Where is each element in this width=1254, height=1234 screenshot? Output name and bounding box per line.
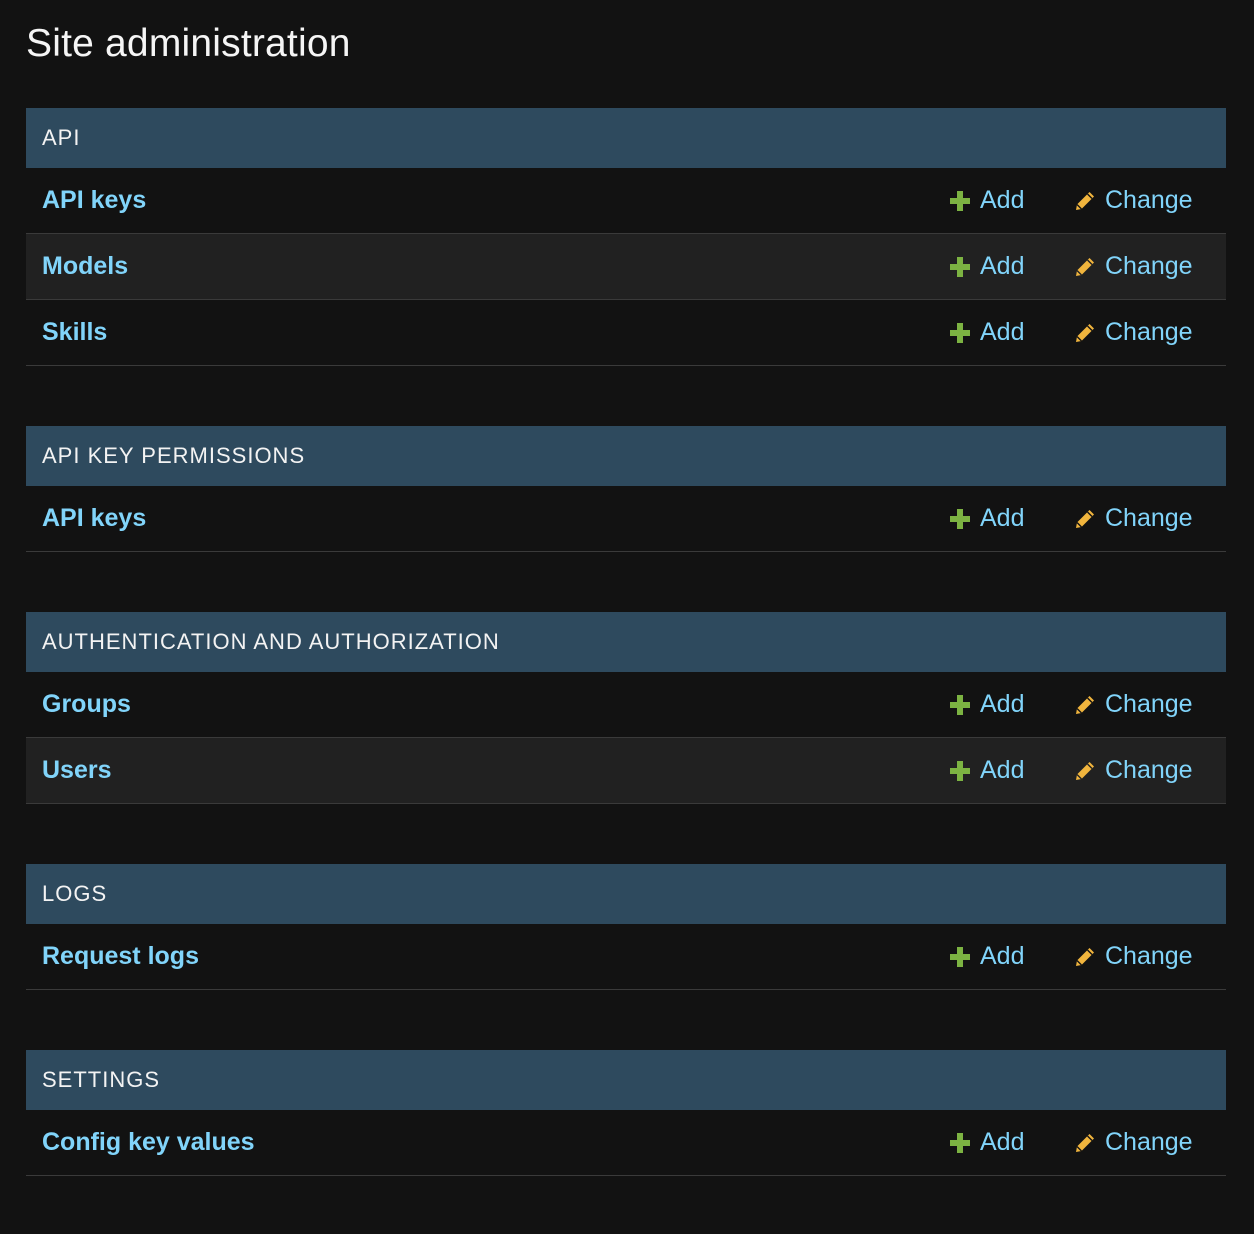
add-button[interactable]: Add — [949, 690, 1024, 719]
change-label: Change — [1105, 690, 1193, 718]
plus-icon — [950, 760, 970, 781]
model-link-groups[interactable]: Groups — [42, 690, 131, 719]
model-row-api-keys: API keys Add Change — [26, 168, 1226, 234]
change-button[interactable]: Change — [1074, 756, 1193, 785]
model-link-users[interactable]: Users — [42, 756, 112, 785]
model-link-config-key-values[interactable]: Config key values — [42, 1128, 255, 1157]
pencil-icon — [1076, 257, 1094, 276]
model-link-skills[interactable]: Skills — [42, 318, 107, 347]
page-title: Site administration — [26, 22, 351, 65]
model-row-skills: Skills Add Change — [26, 300, 1226, 366]
add-button[interactable]: Add — [949, 252, 1024, 281]
add-button[interactable]: Add — [949, 318, 1024, 347]
model-link-api-keys[interactable]: API keys — [42, 186, 146, 215]
model-row-config-key-values: Config key values Add Change — [26, 1110, 1226, 1176]
pencil-icon — [1076, 761, 1094, 780]
model-row-models: Models Add Change — [26, 234, 1226, 300]
add-label: Add — [980, 504, 1025, 532]
add-label: Add — [980, 756, 1025, 784]
plus-icon — [950, 322, 970, 343]
model-row-groups: Groups Add Change — [26, 672, 1226, 738]
model-row-users: Users Add Change — [26, 738, 1226, 804]
pencil-icon — [1076, 947, 1094, 966]
module-caption[interactable]: SETTINGS — [26, 1050, 1226, 1110]
module-authentication-and-authorization: AUTHENTICATION AND AUTHORIZATION Groups … — [26, 612, 1226, 804]
change-label: Change — [1105, 504, 1193, 532]
change-button[interactable]: Change — [1074, 1128, 1193, 1157]
add-button[interactable]: Add — [949, 1128, 1024, 1157]
plus-icon — [950, 694, 970, 715]
change-button[interactable]: Change — [1074, 942, 1193, 971]
plus-icon — [950, 508, 970, 529]
add-label: Add — [980, 252, 1025, 280]
pencil-icon — [1076, 191, 1094, 210]
change-label: Change — [1105, 1128, 1193, 1156]
model-link-models[interactable]: Models — [42, 252, 128, 281]
module-caption[interactable]: AUTHENTICATION AND AUTHORIZATION — [26, 612, 1226, 672]
pencil-icon — [1076, 509, 1094, 528]
change-label: Change — [1105, 318, 1193, 346]
module-caption[interactable]: API KEY PERMISSIONS — [26, 426, 1226, 486]
plus-icon — [950, 1132, 970, 1153]
add-button[interactable]: Add — [949, 756, 1024, 785]
change-button[interactable]: Change — [1074, 690, 1193, 719]
change-button[interactable]: Change — [1074, 252, 1193, 281]
plus-icon — [950, 256, 970, 277]
model-row-api-keys: API keys Add Change — [26, 486, 1226, 552]
module-api-key-permissions: API KEY PERMISSIONS API keys Add Change — [26, 426, 1226, 552]
model-link-request-logs[interactable]: Request logs — [42, 942, 199, 971]
change-label: Change — [1105, 186, 1193, 214]
plus-icon — [950, 946, 970, 967]
module-caption[interactable]: API — [26, 108, 1226, 168]
pencil-icon — [1076, 1133, 1094, 1152]
change-label: Change — [1105, 252, 1193, 280]
plus-icon — [950, 190, 970, 211]
change-button[interactable]: Change — [1074, 504, 1193, 533]
add-label: Add — [980, 186, 1025, 214]
module-caption[interactable]: LOGS — [26, 864, 1226, 924]
add-button[interactable]: Add — [949, 186, 1024, 215]
pencil-icon — [1076, 323, 1094, 342]
add-button[interactable]: Add — [949, 942, 1024, 971]
add-label: Add — [980, 318, 1025, 346]
module-logs: LOGS Request logs Add Change — [26, 864, 1226, 990]
module-api: API API keys Add Change Models Add Chang… — [26, 108, 1226, 366]
change-label: Change — [1105, 756, 1193, 784]
change-button[interactable]: Change — [1074, 318, 1193, 347]
add-label: Add — [980, 1128, 1025, 1156]
model-row-request-logs: Request logs Add Change — [26, 924, 1226, 990]
add-label: Add — [980, 690, 1025, 718]
add-button[interactable]: Add — [949, 504, 1024, 533]
module-settings: SETTINGS Config key values Add Change — [26, 1050, 1226, 1176]
add-label: Add — [980, 942, 1025, 970]
change-button[interactable]: Change — [1074, 186, 1193, 215]
change-label: Change — [1105, 942, 1193, 970]
model-link-api-keys[interactable]: API keys — [42, 504, 146, 533]
pencil-icon — [1076, 695, 1094, 714]
